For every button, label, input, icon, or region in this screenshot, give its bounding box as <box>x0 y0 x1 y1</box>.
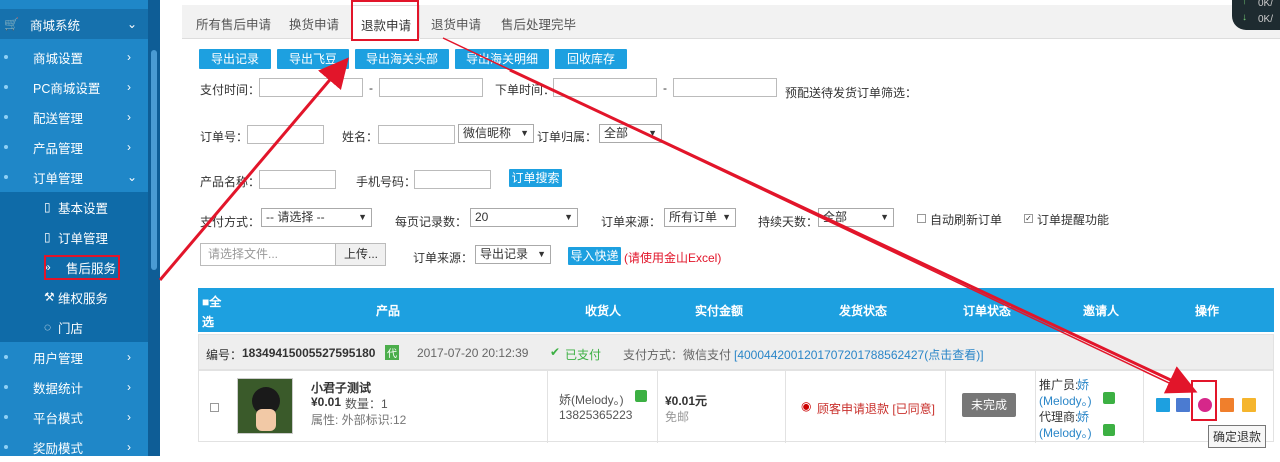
arrow-to-confirm-refund <box>509 68 1198 394</box>
annotation-arrows <box>158 37 1198 394</box>
arrow-to-export-feidou <box>158 57 349 281</box>
